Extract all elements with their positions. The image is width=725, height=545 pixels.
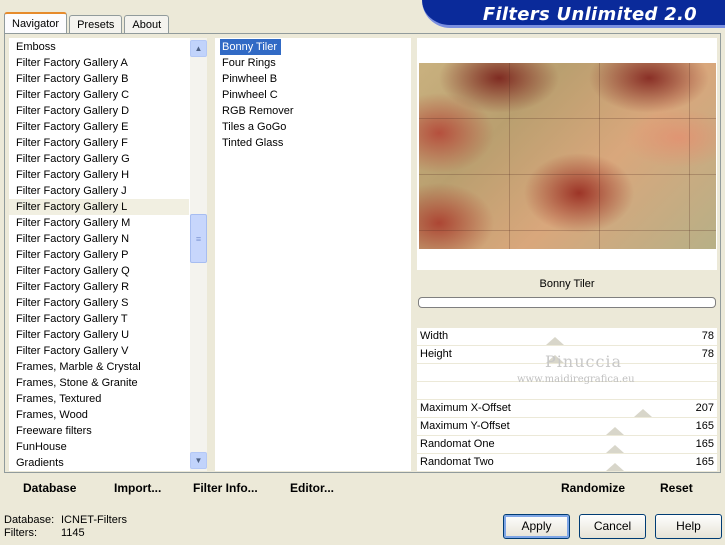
help-button[interactable]: Help xyxy=(655,514,722,539)
filter-item[interactable]: RGB Remover xyxy=(222,103,298,119)
category-list: Emboss Filter Factory Gallery A Filter Fac… xyxy=(9,38,207,471)
watermark-name: Pinuccia xyxy=(545,352,623,371)
param-slider[interactable]: Width 78 xyxy=(417,328,717,346)
tab-about[interactable]: About xyxy=(124,15,170,34)
category-item[interactable]: Filter Factory Gallery F xyxy=(9,135,189,151)
status-info: Database: ICNET-Filters Filters: 1145 xyxy=(4,514,127,540)
category-item[interactable]: Filter Factory Gallery A xyxy=(9,55,189,71)
category-item[interactable]: Frames, Stone & Granite xyxy=(9,375,189,391)
param-value: 78 xyxy=(701,330,714,342)
editor-button[interactable]: Editor... xyxy=(290,481,334,495)
category-item[interactable]: Filter Factory Gallery D xyxy=(9,103,189,119)
param-label: Maximum X-Offset xyxy=(420,402,511,414)
filter-item[interactable]: Bonny Tiler xyxy=(220,39,282,55)
database-button[interactable]: Database xyxy=(23,481,76,495)
filter-item[interactable]: Tiles a GoGo xyxy=(222,119,290,135)
database-value: ICNET-Filters xyxy=(61,514,127,526)
filter-item[interactable]: Pinwheel B xyxy=(222,71,281,87)
category-item[interactable]: Frames, Marble & Crystal xyxy=(9,359,189,375)
category-item[interactable]: Emboss xyxy=(9,39,189,55)
tab-navigator[interactable]: Navigator xyxy=(4,12,68,34)
category-item[interactable]: Filter Factory Gallery T xyxy=(9,311,189,327)
param-label: Width xyxy=(420,330,449,342)
randomize-button[interactable]: Randomize xyxy=(561,481,625,495)
tab-strip: Navigator Presets About xyxy=(4,12,171,34)
slider-thumb[interactable] xyxy=(545,337,564,345)
param-label: Height xyxy=(420,348,452,360)
slider-thumb[interactable] xyxy=(634,409,653,417)
param-label: Randomat Two xyxy=(420,456,494,468)
param-label: Randomat One xyxy=(420,438,495,450)
category-item[interactable]: Filter Factory Gallery N xyxy=(9,231,189,247)
category-item[interactable]: FunHouse xyxy=(9,439,189,455)
param-slider[interactable]: Randomat Two 165 xyxy=(417,454,717,472)
param-value: 165 xyxy=(695,438,714,450)
filter-info-button[interactable]: Filter Info... xyxy=(193,481,258,495)
category-item[interactable]: Filter Factory Gallery L xyxy=(9,199,189,215)
param-slider[interactable]: Maximum Y-Offset 165 xyxy=(417,418,717,436)
param-value: 165 xyxy=(695,456,714,468)
slider-thumb[interactable] xyxy=(606,445,625,453)
watermark-site: www.maidiregrafica.eu xyxy=(517,374,635,385)
filter-list: Bonny Tiler Four Rings Pinwheel B Pinwheel … xyxy=(215,38,411,471)
category-item[interactable]: Filter Factory Gallery R xyxy=(9,279,189,295)
filter-item[interactable]: Pinwheel C xyxy=(222,87,282,103)
slider-thumb[interactable] xyxy=(606,427,625,435)
import-button[interactable]: Import... xyxy=(114,481,161,495)
category-item[interactable]: Filter Factory Gallery M xyxy=(9,215,189,231)
category-item[interactable]: Filter Factory Gallery U xyxy=(9,327,189,343)
filters-label: Filters: xyxy=(4,527,37,539)
preview-image xyxy=(419,63,716,249)
reset-button[interactable]: Reset xyxy=(660,481,693,495)
category-item[interactable]: Filter Factory Gallery V xyxy=(9,343,189,359)
chevron-down-icon[interactable]: ▼ xyxy=(190,452,207,469)
param-value: 165 xyxy=(695,420,714,432)
category-items: Emboss Filter Factory Gallery A Filter Fac… xyxy=(9,38,189,471)
database-label: Database: xyxy=(4,514,55,526)
grip-icon: ≡ xyxy=(195,233,202,244)
title-banner: Filters Unlimited 2.0 xyxy=(422,0,725,28)
cancel-button[interactable]: Cancel xyxy=(579,514,646,539)
slider-thumb[interactable] xyxy=(606,463,625,471)
category-item[interactable]: Freeware filters xyxy=(9,423,189,439)
filter-item[interactable]: Tinted Glass xyxy=(222,135,287,151)
category-item[interactable]: Filter Factory Gallery G xyxy=(9,151,189,167)
category-item[interactable]: Filter Factory Gallery S xyxy=(9,295,189,311)
app-title: Filters Unlimited 2.0 xyxy=(482,4,697,25)
chevron-up-icon[interactable]: ▲ xyxy=(190,40,207,57)
category-item[interactable]: Gradients xyxy=(9,455,189,471)
apply-button[interactable]: Apply xyxy=(503,514,570,539)
param-label: Maximum Y-Offset xyxy=(420,420,510,432)
category-scrollbar[interactable]: ▲ ≡ ▼ xyxy=(190,38,207,471)
param-value: 78 xyxy=(701,348,714,360)
category-item[interactable]: Filter Factory Gallery B xyxy=(9,71,189,87)
category-item[interactable]: Filter Factory Gallery H xyxy=(9,167,189,183)
param-slider[interactable]: Randomat One 165 xyxy=(417,436,717,454)
category-item[interactable]: Filter Factory Gallery P xyxy=(9,247,189,263)
category-item[interactable]: Filter Factory Gallery Q xyxy=(9,263,189,279)
category-item[interactable]: Frames, Wood xyxy=(9,407,189,423)
category-item[interactable]: Filter Factory Gallery E xyxy=(9,119,189,135)
param-slider[interactable]: Maximum X-Offset 207 xyxy=(417,400,717,418)
category-item[interactable]: Filter Factory Gallery C xyxy=(9,87,189,103)
category-item[interactable]: Frames, Textured xyxy=(9,391,189,407)
param-value: 207 xyxy=(695,402,714,414)
filters-count: 1145 xyxy=(61,527,85,539)
preview-filter-name: Bonny Tiler xyxy=(417,273,717,295)
filter-item[interactable]: Four Rings xyxy=(222,55,280,71)
tab-presets[interactable]: Presets xyxy=(69,15,123,34)
scroll-thumb[interactable]: ≡ xyxy=(190,214,207,263)
category-item[interactable]: Filter Factory Gallery J xyxy=(9,183,189,199)
progress-bar xyxy=(418,297,716,308)
